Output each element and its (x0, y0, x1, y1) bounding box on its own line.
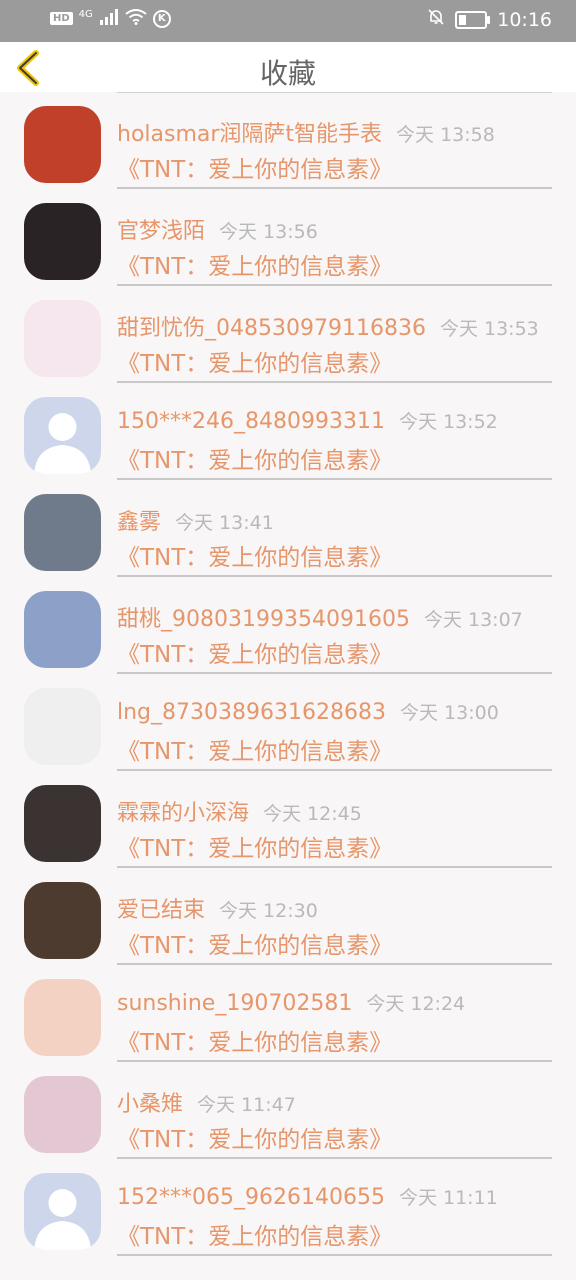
user-name[interactable]: 霖霖的小深海 (117, 801, 249, 826)
list-item[interactable]: 鑫雾 今天 13:41 《TNT：爱上你的信息素》 (0, 480, 576, 577)
timestamp: 今天 13:07 (423, 609, 523, 631)
avatar[interactable] (24, 494, 101, 571)
user-name[interactable]: 小桑雉 (117, 1092, 183, 1117)
avatar[interactable] (24, 106, 101, 183)
avatar[interactable] (24, 785, 101, 862)
status-left: HD 4G K (50, 9, 171, 28)
user-name[interactable]: lng_8730389631628683 (117, 700, 386, 725)
name-row: lng_8730389631628683 今天 13:00 (117, 698, 499, 725)
name-row: 官梦浅陌 今天 13:56 (117, 213, 318, 245)
list-item[interactable]: 爱已结束 今天 12:30 《TNT：爱上你的信息素》 (0, 868, 576, 965)
status-right: 10:16 (427, 8, 552, 31)
user-name[interactable]: holasmar润隔萨t智能手表 (117, 122, 382, 147)
book-title[interactable]: 《TNT：爱上你的信息素》 (117, 1023, 392, 1057)
name-row: 霖霖的小深海 今天 12:45 (117, 795, 362, 827)
favorites-list: holasmar润隔萨t智能手表 今天 13:58 《TNT：爱上你的信息素》 官梦浅… (0, 92, 576, 1256)
timestamp: 今天 13:52 (398, 411, 498, 433)
user-name[interactable]: 爱已结束 (117, 898, 205, 923)
avatar[interactable] (24, 203, 101, 280)
list-item[interactable]: 甜桃_90803199354091605 今天 13:07 《TNT：爱上你的信息素… (0, 577, 576, 674)
list-item[interactable]: holasmar润隔萨t智能手表 今天 13:58 《TNT：爱上你的信息素》 (0, 92, 576, 189)
book-title[interactable]: 《TNT：爱上你的信息素》 (117, 538, 392, 572)
divider (117, 1254, 552, 1256)
book-title[interactable]: 《TNT：爱上你的信息素》 (117, 247, 392, 281)
book-title[interactable]: 《TNT：爱上你的信息素》 (117, 1120, 392, 1154)
signal-icon (99, 9, 119, 28)
book-title[interactable]: 《TNT：爱上你的信息素》 (117, 635, 392, 669)
list-item[interactable]: 甜到忧伤_048530979116836 今天 13:53 《TNT：爱上你的信息素… (0, 286, 576, 383)
avatar[interactable] (24, 688, 101, 765)
timestamp: 今天 13:41 (175, 512, 274, 534)
name-row: 甜桃_90803199354091605 今天 13:07 (117, 601, 523, 633)
timestamp: 今天 12:45 (263, 803, 362, 825)
list-item[interactable]: sunshine_190702581 今天 12:24 《TNT：爱上你的信息素》 (0, 965, 576, 1062)
name-row: 150***246_8480993311 今天 13:52 (117, 407, 498, 434)
wifi-icon (125, 9, 147, 28)
avatar[interactable] (24, 397, 101, 474)
name-row: 小桑雉 今天 11:47 (117, 1086, 296, 1118)
avatar[interactable] (24, 882, 101, 959)
user-name[interactable]: 官梦浅陌 (117, 219, 205, 244)
book-title[interactable]: 《TNT：爱上你的信息素》 (117, 441, 392, 475)
name-row: sunshine_190702581 今天 12:24 (117, 989, 465, 1016)
avatar[interactable] (24, 591, 101, 668)
network-label: 4G (78, 9, 93, 20)
avatar[interactable] (24, 1173, 101, 1250)
timestamp: 今天 11:47 (197, 1094, 296, 1116)
user-name[interactable]: 甜桃_90803199354091605 (117, 607, 410, 632)
book-title[interactable]: 《TNT：爱上你的信息素》 (117, 829, 392, 863)
status-bar: HD 4G K 10:16 (0, 0, 576, 42)
book-title[interactable]: 《TNT：爱上你的信息素》 (117, 344, 392, 378)
timestamp: 今天 11:11 (398, 1187, 498, 1209)
default-avatar-icon (34, 1189, 91, 1250)
divider (117, 92, 552, 93)
book-title[interactable]: 《TNT：爱上你的信息素》 (117, 150, 392, 184)
name-row: 甜到忧伤_048530979116836 今天 13:53 (117, 310, 539, 342)
list-item[interactable]: 152***065_9626140655 今天 11:11 《TNT：爱上你的信息素… (0, 1159, 576, 1256)
name-row: 152***065_9626140655 今天 11:11 (117, 1183, 498, 1210)
default-avatar-icon (34, 413, 91, 474)
timestamp: 今天 13:58 (396, 124, 495, 146)
list-item[interactable]: lng_8730389631628683 今天 13:00 《TNT：爱上你的信息素… (0, 674, 576, 771)
clock: 10:16 (497, 8, 552, 31)
k-badge-icon: K (152, 9, 171, 28)
timestamp: 今天 13:00 (399, 702, 499, 724)
list-item[interactable]: 官梦浅陌 今天 13:56 《TNT：爱上你的信息素》 (0, 189, 576, 286)
avatar[interactable] (24, 979, 101, 1056)
book-title[interactable]: 《TNT：爱上你的信息素》 (117, 926, 392, 960)
battery-level-fill (459, 14, 467, 25)
name-row: 爱已结束 今天 12:30 (117, 892, 318, 924)
timestamp: 今天 12:30 (219, 900, 318, 922)
timestamp: 今天 13:53 (439, 318, 539, 340)
app-header: 收藏 (0, 42, 576, 92)
avatar[interactable] (24, 300, 101, 377)
user-name[interactable]: 鑫雾 (117, 510, 161, 535)
user-name[interactable]: 甜到忧伤_048530979116836 (117, 316, 426, 341)
user-name[interactable]: sunshine_190702581 (117, 991, 352, 1016)
battery-icon (455, 10, 491, 29)
timestamp: 今天 12:24 (366, 993, 466, 1015)
list-item[interactable]: 小桑雉 今天 11:47 《TNT：爱上你的信息素》 (0, 1062, 576, 1159)
name-row: holasmar润隔萨t智能手表 今天 13:58 (117, 116, 495, 148)
bell-off-icon (427, 8, 445, 31)
list-item[interactable]: 150***246_8480993311 今天 13:52 《TNT：爱上你的信息素… (0, 383, 576, 480)
timestamp: 今天 13:56 (219, 221, 318, 243)
hd-badge: HD (50, 12, 73, 25)
avatar[interactable] (24, 1076, 101, 1153)
list-item[interactable]: 霖霖的小深海 今天 12:45 《TNT：爱上你的信息素》 (0, 771, 576, 868)
user-name[interactable]: 150***246_8480993311 (117, 409, 385, 434)
user-name[interactable]: 152***065_9626140655 (117, 1185, 385, 1210)
page-title: 收藏 (259, 57, 316, 90)
book-title[interactable]: 《TNT：爱上你的信息素》 (117, 732, 392, 766)
book-title[interactable]: 《TNT：爱上你的信息素》 (117, 1217, 392, 1251)
name-row: 鑫雾 今天 13:41 (117, 504, 274, 536)
